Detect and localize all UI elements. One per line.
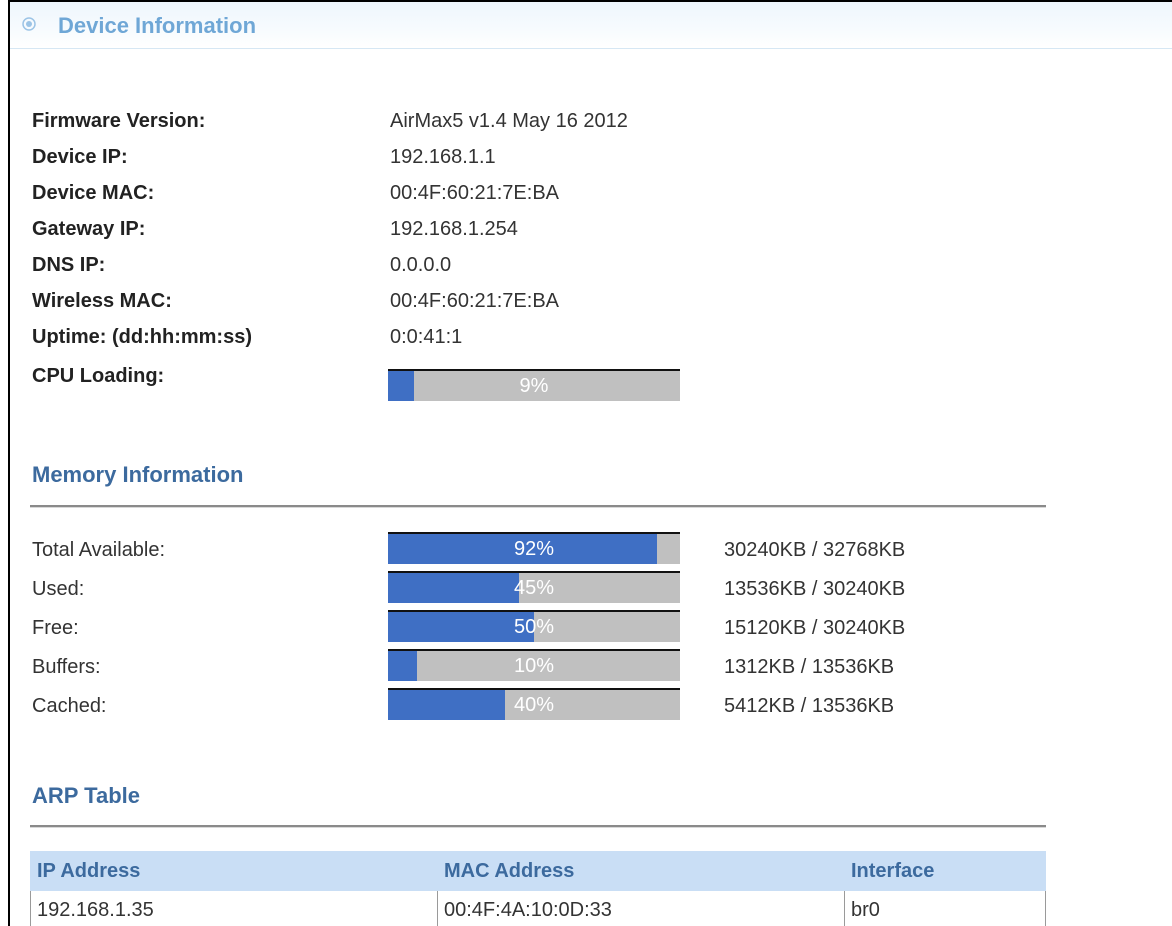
section-divider (30, 825, 1046, 828)
info-value: 0.0.0.0 (390, 254, 452, 276)
progress-percent: 10% (513, 655, 555, 677)
progress-percent: 9% (519, 375, 549, 397)
memory-bar-buffers: 10% (388, 649, 680, 681)
memory-label: Cached: (32, 695, 107, 717)
memory-label: Free: (32, 617, 79, 639)
memory-label: Total Available: (32, 539, 166, 561)
memory-kb: 5412KB / 13536KB (724, 695, 895, 717)
table-row: 192.168.1.35 00:4F:4A:10:0D:33 br0 (30, 890, 1046, 926)
memory-label: Used: (32, 578, 85, 600)
info-label: Uptime: (dd:hh:mm:ss) (32, 326, 252, 348)
target-circle-icon (22, 17, 36, 31)
info-label: DNS IP: (32, 254, 106, 276)
progress-percent: 45% (513, 577, 555, 599)
memory-bar-used: 45% (388, 571, 680, 603)
page-title: Device Information (58, 13, 257, 38)
progress-percent: 50% (513, 616, 555, 638)
memory-section-title: Memory Information (32, 462, 244, 487)
title-bar: Device Information (10, 2, 1172, 49)
memory-label: Buffers: (32, 656, 101, 678)
memory-kb: 13536KB / 30240KB (724, 578, 906, 600)
table-header-row: IP Address MAC Address Interface (30, 851, 1046, 891)
arp-interface-cell: br0 (844, 890, 1046, 926)
info-value: 192.168.1.254 (390, 218, 518, 240)
memory-kb: 1312KB / 13536KB (724, 656, 895, 678)
progress-percent: 40% (513, 694, 555, 716)
device-info-panel: Device Information Firmware Version: Air… (8, 0, 1172, 926)
arp-ip-cell: 192.168.1.35 (30, 890, 438, 926)
cpu-loading-bar: 9% (388, 369, 680, 401)
column-header-mac: MAC Address (437, 851, 845, 891)
column-header-interface: Interface (844, 851, 1046, 891)
info-label: Device MAC: (32, 182, 155, 204)
arp-table: IP Address MAC Address Interface 192.168… (30, 851, 1046, 926)
column-header-ip: IP Address (30, 851, 438, 891)
memory-kb: 15120KB / 30240KB (724, 617, 906, 639)
memory-bar-free: 50% (388, 610, 680, 642)
info-value: 00:4F:60:21:7E:BA (390, 182, 560, 204)
info-value: 0:0:41:1 (390, 326, 463, 348)
memory-bar-cached: 40% (388, 688, 680, 720)
info-value: 00:4F:60:21:7E:BA (390, 290, 560, 312)
progress-percent: 92% (513, 538, 555, 560)
info-label: Device IP: (32, 146, 128, 168)
info-value: AirMax5 v1.4 May 16 2012 (390, 110, 628, 132)
section-divider (30, 505, 1046, 508)
memory-kb: 30240KB / 32768KB (724, 539, 906, 561)
info-value: 192.168.1.1 (390, 146, 496, 168)
arp-section-title: ARP Table (32, 783, 140, 808)
info-label: Gateway IP: (32, 218, 146, 240)
info-label: Wireless MAC: (32, 290, 172, 312)
memory-bar-total: 92% (388, 532, 680, 564)
info-label: CPU Loading: (32, 365, 165, 387)
info-label: Firmware Version: (32, 110, 206, 132)
arp-mac-cell: 00:4F:4A:10:0D:33 (437, 890, 845, 926)
